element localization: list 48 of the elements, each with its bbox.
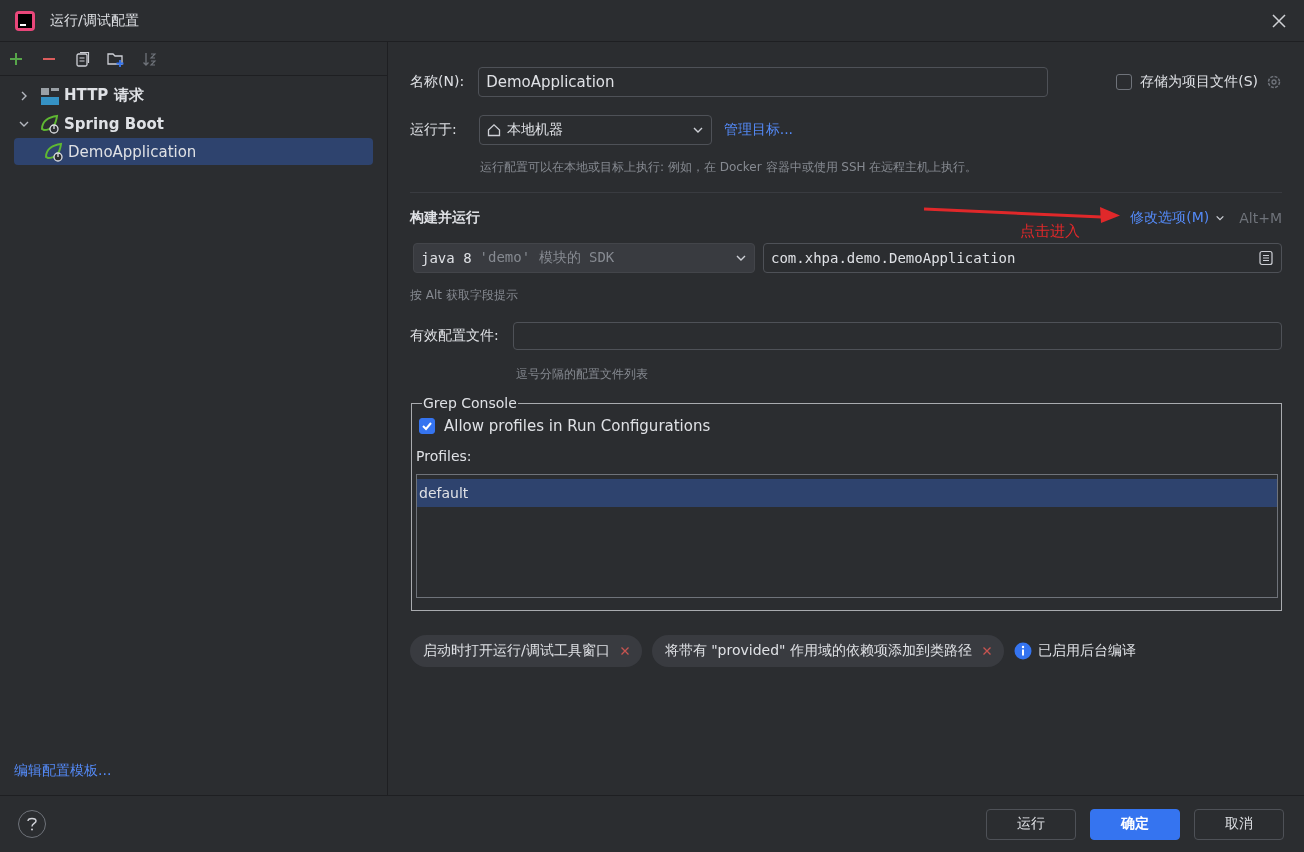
main-class-field[interactable]: com.xhpa.demo.DemoApplication: [763, 243, 1282, 273]
active-profiles-field[interactable]: [512, 322, 1282, 350]
group-title: Grep Console: [422, 395, 518, 411]
dialog-button[interactable]: 取消: [1194, 808, 1284, 840]
list-icon: [1258, 250, 1274, 266]
checkbox[interactable]: [1116, 74, 1133, 90]
sort-icon[interactable]: [142, 50, 158, 67]
copy-icon[interactable]: [74, 50, 90, 67]
api-icon: [40, 85, 60, 106]
tree-item[interactable]: Spring Boot: [14, 110, 373, 137]
modify-options-link[interactable]: 修改选项(M): [1130, 209, 1210, 227]
section-title: 构建并运行: [410, 209, 481, 227]
hint-text: 逗号分隔的配置文件列表: [516, 366, 649, 383]
tree-item[interactable]: HTTP 请求: [14, 82, 373, 109]
active-profiles-label: 有效配置文件:: [410, 327, 499, 345]
name-label: 名称(N):: [410, 73, 465, 91]
profiles-label: Profiles:: [416, 448, 473, 466]
checkbox[interactable]: [419, 418, 435, 434]
help-icon: [26, 817, 38, 831]
sdk-dropdown[interactable]: java 8 'demo' 模块的 SDK: [413, 243, 755, 273]
run-on-dropdown[interactable]: 本地机器: [478, 115, 712, 145]
dialog-button[interactable]: 确定: [1090, 808, 1180, 840]
leaf-power-icon: [40, 113, 60, 134]
shortcut-text: Alt+M: [1239, 210, 1282, 226]
hint-text: 运行配置可以在本地或目标上执行: 例如，在 Docker 容器中或使用 SSH 在远程主机上执行。: [480, 159, 979, 176]
hint-text: 按 Alt 获取字段提示: [410, 287, 519, 304]
leaf-power-icon: [44, 141, 64, 162]
annotation-text: 点击进入: [1020, 222, 1081, 241]
new-folder-icon[interactable]: [107, 50, 125, 67]
tree-item[interactable]: DemoApplication: [14, 138, 373, 165]
settings-icon[interactable]: [1266, 74, 1282, 90]
edit-templates-link[interactable]: 编辑配置模板...: [0, 762, 387, 795]
tag-label: 启动时打开运行/调试工具窗口: [423, 642, 610, 660]
window-title: 运行/调试配置: [50, 11, 140, 30]
app-logo-icon: [14, 9, 36, 32]
checkbox-label: Allow profiles in Run Configurations: [444, 417, 711, 435]
checkbox-label: 存储为项目文件(S): [1140, 73, 1258, 91]
tag-label: 将带有 "provided" 作用域的依赖项添加到类路径: [664, 642, 972, 660]
run-on-label: 运行于:: [410, 121, 457, 139]
info-text: 已启用后台编译: [1037, 642, 1136, 660]
list-item[interactable]: default: [417, 479, 1277, 507]
info-icon: [1013, 642, 1032, 660]
home-icon: [486, 123, 501, 137]
dialog-button[interactable]: 运行: [986, 808, 1076, 840]
add-icon[interactable]: [8, 50, 24, 67]
name-field[interactable]: DemoApplication: [478, 67, 1049, 97]
manage-targets-link[interactable]: 管理目标...: [723, 121, 794, 139]
chevron-down-icon[interactable]: [1215, 213, 1226, 223]
